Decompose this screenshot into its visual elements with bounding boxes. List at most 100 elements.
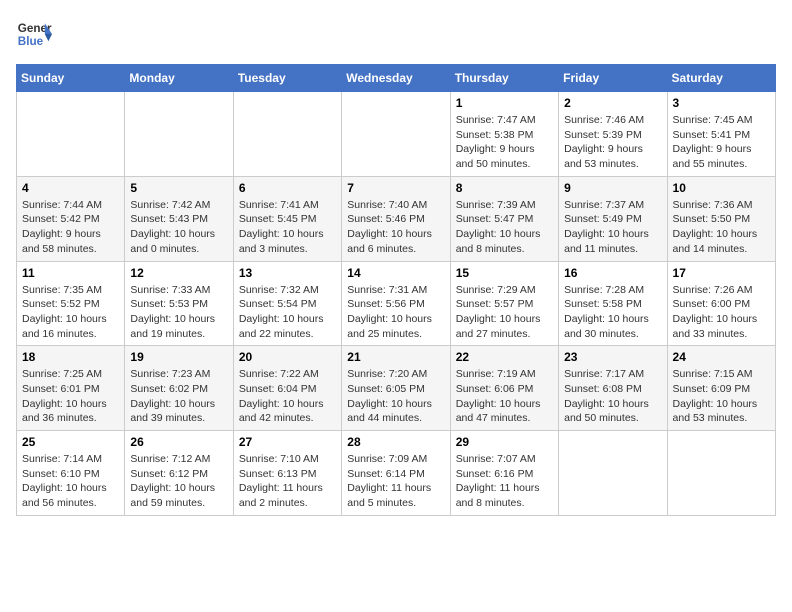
day-number: 4 bbox=[22, 181, 119, 195]
day-info: Sunrise: 7:39 AMSunset: 5:47 PMDaylight:… bbox=[456, 198, 553, 257]
calendar-cell bbox=[559, 431, 667, 516]
day-info: Sunrise: 7:09 AMSunset: 6:14 PMDaylight:… bbox=[347, 452, 444, 511]
day-info: Sunrise: 7:25 AMSunset: 6:01 PMDaylight:… bbox=[22, 367, 119, 426]
calendar-week-row: 18Sunrise: 7:25 AMSunset: 6:01 PMDayligh… bbox=[17, 346, 776, 431]
calendar-cell: 18Sunrise: 7:25 AMSunset: 6:01 PMDayligh… bbox=[17, 346, 125, 431]
calendar-cell bbox=[667, 431, 775, 516]
day-number: 9 bbox=[564, 181, 661, 195]
day-info: Sunrise: 7:20 AMSunset: 6:05 PMDaylight:… bbox=[347, 367, 444, 426]
calendar-cell: 10 Sunrise: 7:36 AMSunset: 5:50 PMDayligh… bbox=[667, 176, 775, 261]
day-info: Sunrise: 7:12 AMSunset: 6:12 PMDaylight:… bbox=[130, 452, 227, 511]
day-number: 21 bbox=[347, 350, 444, 364]
day-info: Sunrise: 7:23 AMSunset: 6:02 PMDaylight:… bbox=[130, 367, 227, 426]
day-info: Sunrise: 7:36 AMSunset: 5:50 PMDaylight:… bbox=[673, 198, 770, 257]
calendar-cell: 2 Sunrise: 7:46 AMSunset: 5:39 PMDaylight… bbox=[559, 92, 667, 177]
day-number: 10 bbox=[673, 181, 770, 195]
day-number: 23 bbox=[564, 350, 661, 364]
day-info: Sunrise: 7:31 AMSunset: 5:56 PMDaylight:… bbox=[347, 283, 444, 342]
day-info: Sunrise: 7:35 AMSunset: 5:52 PMDaylight:… bbox=[22, 283, 119, 342]
calendar-cell bbox=[125, 92, 233, 177]
calendar-table: SundayMondayTuesdayWednesdayThursdayFrid… bbox=[16, 64, 776, 516]
calendar-cell: 16 Sunrise: 7:28 AMSunset: 5:58 PMDayligh… bbox=[559, 261, 667, 346]
calendar-cell: 7Sunrise: 7:40 AMSunset: 5:46 PMDaylight… bbox=[342, 176, 450, 261]
day-number: 20 bbox=[239, 350, 336, 364]
logo: General Blue bbox=[16, 16, 56, 52]
day-info: Sunrise: 7:45 AMSunset: 5:41 PMDaylight:… bbox=[673, 113, 770, 172]
day-header-wednesday: Wednesday bbox=[342, 65, 450, 92]
calendar-cell: 3 Sunrise: 7:45 AMSunset: 5:41 PMDaylight… bbox=[667, 92, 775, 177]
calendar-cell: 9 Sunrise: 7:37 AMSunset: 5:49 PMDaylight… bbox=[559, 176, 667, 261]
day-number: 26 bbox=[130, 435, 227, 449]
day-number: 27 bbox=[239, 435, 336, 449]
calendar-cell: 13 Sunrise: 7:32 AMSunset: 5:54 PMDayligh… bbox=[233, 261, 341, 346]
day-number: 16 bbox=[564, 266, 661, 280]
calendar-cell: 24Sunrise: 7:15 AMSunset: 6:09 PMDayligh… bbox=[667, 346, 775, 431]
day-info: Sunrise: 7:41 AMSunset: 5:45 PMDaylight:… bbox=[239, 198, 336, 257]
calendar-cell: 5 Sunrise: 7:42 AMSunset: 5:43 PMDaylight… bbox=[125, 176, 233, 261]
logo-icon: General Blue bbox=[16, 16, 52, 52]
calendar-cell bbox=[342, 92, 450, 177]
day-info: Sunrise: 7:37 AMSunset: 5:49 PMDaylight:… bbox=[564, 198, 661, 257]
day-info: Sunrise: 7:17 AMSunset: 6:08 PMDaylight:… bbox=[564, 367, 661, 426]
day-info: Sunrise: 7:22 AMSunset: 6:04 PMDaylight:… bbox=[239, 367, 336, 426]
day-number: 1 bbox=[456, 96, 553, 110]
day-info: Sunrise: 7:26 AMSunset: 6:00 PMDaylight:… bbox=[673, 283, 770, 342]
day-number: 7 bbox=[347, 181, 444, 195]
calendar-cell: 15 Sunrise: 7:29 AMSunset: 5:57 PMDayligh… bbox=[450, 261, 558, 346]
day-number: 2 bbox=[564, 96, 661, 110]
day-header-friday: Friday bbox=[559, 65, 667, 92]
day-number: 5 bbox=[130, 181, 227, 195]
day-info: Sunrise: 7:10 AMSunset: 6:13 PMDaylight:… bbox=[239, 452, 336, 511]
calendar-cell bbox=[233, 92, 341, 177]
day-header-tuesday: Tuesday bbox=[233, 65, 341, 92]
calendar-cell: 22 Sunrise: 7:19 AMSunset: 6:06 PMDayligh… bbox=[450, 346, 558, 431]
day-info: Sunrise: 7:15 AMSunset: 6:09 PMDaylight:… bbox=[673, 367, 770, 426]
calendar-cell: 21 Sunrise: 7:20 AMSunset: 6:05 PMDayligh… bbox=[342, 346, 450, 431]
calendar-cell: 27 Sunrise: 7:10 AMSunset: 6:13 PMDayligh… bbox=[233, 431, 341, 516]
calendar-week-row: 4 Sunrise: 7:44 AMSunset: 5:42 PMDaylight… bbox=[17, 176, 776, 261]
day-number: 14 bbox=[347, 266, 444, 280]
day-info: Sunrise: 7:44 AMSunset: 5:42 PMDaylight:… bbox=[22, 198, 119, 257]
day-info: Sunrise: 7:07 AMSunset: 6:16 PMDaylight:… bbox=[456, 452, 553, 511]
calendar-cell: 1 Sunrise: 7:47 AMSunset: 5:38 PMDaylight… bbox=[450, 92, 558, 177]
calendar-cell: 6 Sunrise: 7:41 AMSunset: 5:45 PMDaylight… bbox=[233, 176, 341, 261]
day-info: Sunrise: 7:46 AMSunset: 5:39 PMDaylight:… bbox=[564, 113, 661, 172]
calendar-cell: 28 Sunrise: 7:09 AMSunset: 6:14 PMDayligh… bbox=[342, 431, 450, 516]
day-number: 6 bbox=[239, 181, 336, 195]
day-number: 13 bbox=[239, 266, 336, 280]
day-number: 19 bbox=[130, 350, 227, 364]
day-info: Sunrise: 7:19 AMSunset: 6:06 PMDaylight:… bbox=[456, 367, 553, 426]
day-header-sunday: Sunday bbox=[17, 65, 125, 92]
day-number: 3 bbox=[673, 96, 770, 110]
day-number: 11 bbox=[22, 266, 119, 280]
day-number: 25 bbox=[22, 435, 119, 449]
day-info: Sunrise: 7:28 AMSunset: 5:58 PMDaylight:… bbox=[564, 283, 661, 342]
calendar-cell: 8 Sunrise: 7:39 AMSunset: 5:47 PMDaylight… bbox=[450, 176, 558, 261]
day-info: Sunrise: 7:14 AMSunset: 6:10 PMDaylight:… bbox=[22, 452, 119, 511]
day-info: Sunrise: 7:29 AMSunset: 5:57 PMDaylight:… bbox=[456, 283, 553, 342]
calendar-cell bbox=[17, 92, 125, 177]
calendar-cell: 20 Sunrise: 7:22 AMSunset: 6:04 PMDayligh… bbox=[233, 346, 341, 431]
calendar-cell: 14 Sunrise: 7:31 AMSunset: 5:56 PMDayligh… bbox=[342, 261, 450, 346]
calendar-cell: 19 Sunrise: 7:23 AMSunset: 6:02 PMDayligh… bbox=[125, 346, 233, 431]
day-number: 22 bbox=[456, 350, 553, 364]
calendar-cell: 29 Sunrise: 7:07 AMSunset: 6:16 PMDayligh… bbox=[450, 431, 558, 516]
day-info: Sunrise: 7:42 AMSunset: 5:43 PMDaylight:… bbox=[130, 198, 227, 257]
day-number: 29 bbox=[456, 435, 553, 449]
day-header-monday: Monday bbox=[125, 65, 233, 92]
day-info: Sunrise: 7:32 AMSunset: 5:54 PMDaylight:… bbox=[239, 283, 336, 342]
day-header-saturday: Saturday bbox=[667, 65, 775, 92]
day-number: 17 bbox=[673, 266, 770, 280]
page-header: General Blue bbox=[16, 16, 776, 52]
day-number: 12 bbox=[130, 266, 227, 280]
day-info: Sunrise: 7:47 AMSunset: 5:38 PMDaylight:… bbox=[456, 113, 553, 172]
day-number: 15 bbox=[456, 266, 553, 280]
day-number: 28 bbox=[347, 435, 444, 449]
calendar-cell: 25 Sunrise: 7:14 AMSunset: 6:10 PMDayligh… bbox=[17, 431, 125, 516]
day-info: Sunrise: 7:33 AMSunset: 5:53 PMDaylight:… bbox=[130, 283, 227, 342]
calendar-header-row: SundayMondayTuesdayWednesdayThursdayFrid… bbox=[17, 65, 776, 92]
calendar-cell: 17 Sunrise: 7:26 AMSunset: 6:00 PMDayligh… bbox=[667, 261, 775, 346]
day-number: 8 bbox=[456, 181, 553, 195]
calendar-cell: 12 Sunrise: 7:33 AMSunset: 5:53 PMDayligh… bbox=[125, 261, 233, 346]
calendar-cell: 11 Sunrise: 7:35 AMSunset: 5:52 PMDayligh… bbox=[17, 261, 125, 346]
